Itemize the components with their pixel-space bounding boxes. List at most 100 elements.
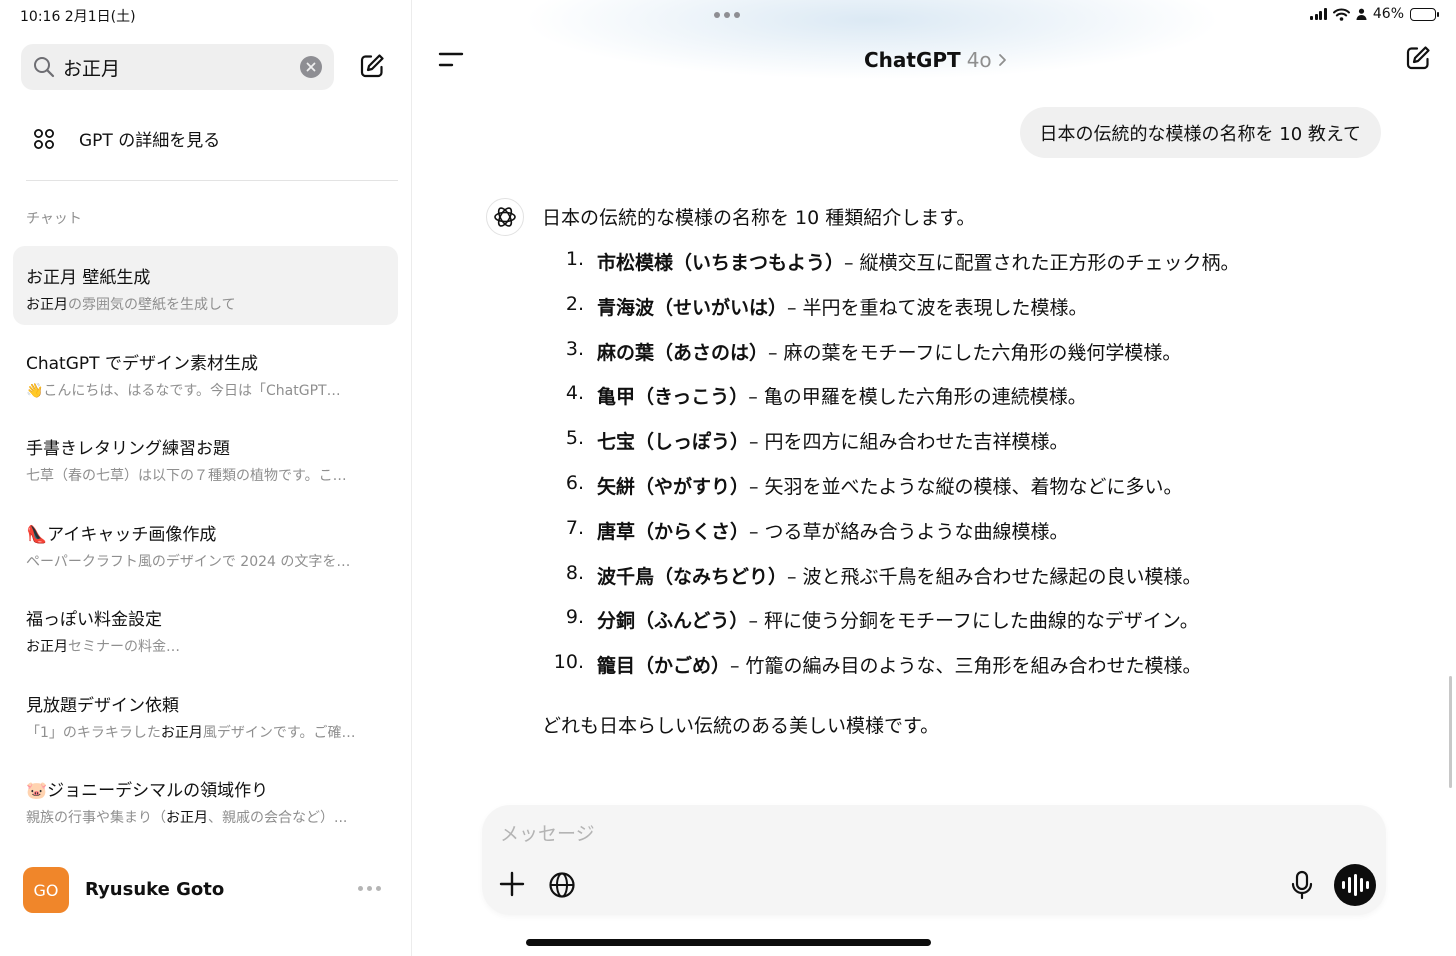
battery-percent: 46% — [1372, 6, 1404, 22]
attach-button[interactable] — [498, 870, 526, 902]
status-time: 10:16 2月1日(土) — [20, 9, 136, 25]
chat-item[interactable]: 見放題デザイン依頼 「1」のキラキラしたお正月風デザインです。ご確… — [13, 674, 398, 760]
chat-item[interactable]: 👠アイキャッチ画像作成 ペーパークラフト風のデザインで 2024 の文字を… — [13, 503, 398, 589]
chat-preview: 「1」のキラキラしたお正月風デザインです。ご確… — [26, 724, 356, 741]
pattern-description: – 波と飛ぶ千鳥を組み合わせた縁起の良い模様。 — [787, 565, 1202, 588]
pattern-description: – 麻の葉をモチーフにした六角形の幾何学模様。 — [768, 341, 1182, 364]
model-selector[interactable]: ChatGPT 4o — [864, 48, 1007, 72]
search-input[interactable]: お正月 — [63, 54, 300, 81]
chat-title: ChatGPT でデザイン素材生成 — [26, 353, 258, 374]
microphone-icon — [1291, 870, 1313, 900]
battery-icon — [1410, 7, 1439, 21]
divider — [26, 180, 398, 181]
close-icon — [306, 62, 316, 72]
list-item: 7. 唐草（からくさ） – つる草が絡み合うような曲線模様。 — [540, 517, 1240, 562]
assistant-intro: 日本の伝統的な模様の名称を 10 種類紹介します。 — [542, 207, 976, 229]
pattern-description: – 半円を重ねて波を表現した模様。 — [787, 296, 1088, 319]
status-indicators: 46% — [1310, 6, 1439, 22]
new-chat-button[interactable] — [1404, 44, 1432, 76]
pattern-description: – 竹籠の編み目のような、三角形を組み合わせた模様。 — [730, 655, 1202, 678]
chat-title: 手書きレタリング練習お題 — [26, 439, 230, 459]
assistant-list: 1. 市松模様（いちまつもよう） – 縦横交互に配置された正方形のチェック柄。 2… — [540, 248, 1240, 696]
scrollbar[interactable] — [1449, 676, 1452, 788]
section-label-chats: チャット — [26, 211, 82, 227]
list-item: 2. 青海波（せいがいは） – 半円を重ねて波を表現した模様。 — [540, 293, 1240, 338]
chat-title: お正月 壁紙生成 — [26, 268, 151, 288]
chat-title: 見放題デザイン依頼 — [26, 695, 179, 716]
chat-title: 福っぽい料金設定 — [26, 610, 162, 630]
user-message: 日本の伝統的な模様の名称を 10 教えて — [1019, 107, 1381, 158]
more-options-icon[interactable] — [358, 886, 381, 891]
message-input[interactable] — [500, 823, 1100, 845]
explore-gpts-label: GPT の詳細を見る — [79, 131, 221, 151]
search-icon — [34, 57, 55, 78]
list-item: 5. 七宝（しっぽう） – 円を四方に組み合わせた吉祥模様。 — [540, 427, 1240, 472]
model-name: 4o — [966, 48, 992, 72]
explore-gpts-link[interactable]: GPT の詳細を見る — [33, 126, 220, 151]
chat-preview: 七草（春の七草）は以下の７種類の植物です。こ… — [26, 468, 347, 484]
new-chat-button[interactable] — [358, 52, 386, 84]
compose-icon — [1406, 46, 1430, 70]
globe-icon — [549, 872, 575, 898]
search-field[interactable]: お正月 — [21, 44, 334, 90]
pattern-description: – 亀の甲羅を模した六角形の連続模様。 — [748, 386, 1087, 409]
list-number: 5. — [565, 427, 584, 450]
list-item: 8. 波千鳥（なみちどり） – 波と飛ぶ千鳥を組み合わせた縁起の良い模様。 — [540, 562, 1240, 607]
chatgpt-logo-icon — [486, 198, 524, 236]
pattern-name: 亀甲（きっこう） — [597, 386, 749, 409]
clear-search-button[interactable] — [300, 56, 322, 78]
home-indicator[interactable] — [526, 939, 931, 946]
chevron-right-icon — [998, 54, 1006, 66]
dictation-button[interactable] — [1290, 870, 1314, 904]
chat-item[interactable]: 手書きレタリング練習お題 七草（春の七草）は以下の７種類の植物です。こ… — [13, 417, 398, 503]
wifi-icon — [1332, 8, 1350, 21]
pattern-name: 分銅（ふんどう） — [597, 610, 749, 633]
list-number: 6. — [565, 471, 584, 494]
list-item: 10. 籠目（かごめ） – 竹籠の編み目のような、三角形を組み合わせた模様。 — [540, 651, 1240, 696]
chat-preview: お正月セミナーの料金… — [26, 639, 180, 655]
plus-icon — [499, 871, 525, 897]
pattern-description: – 矢羽を並べたような縦の模様、着物などに多い。 — [749, 475, 1183, 498]
pattern-description: – 秤に使う分銅をモチーフにした曲線的なデザイン。 — [748, 610, 1199, 633]
user-name[interactable]: Ryusuke Goto — [85, 879, 224, 900]
app-title: ChatGPT — [864, 48, 961, 72]
list-number: 10. — [553, 651, 584, 674]
pattern-name: 青海波（せいがいは） — [597, 296, 788, 319]
pattern-name: 市松模様（いちまつもよう） — [597, 252, 845, 274]
list-item: 6. 矢絣（やがすり） – 矢羽を並べたような縦の模様、着物などに多い。 — [540, 472, 1240, 517]
assistant-outro: どれも日本らしい伝統のある美しい模様です。 — [542, 715, 940, 737]
pattern-description: – つる草が絡み合うような曲線模様。 — [749, 520, 1069, 543]
pattern-name: 七宝（しっぽう） — [597, 431, 750, 454]
avatar[interactable]: GO — [23, 867, 69, 913]
list-number: 4. — [565, 382, 584, 405]
chat-title: 🐷ジョニーデシマルの領域作り — [26, 781, 269, 801]
voice-mode-button[interactable] — [1334, 864, 1376, 906]
pattern-name: 麻の葉（あさのは） — [597, 341, 769, 364]
chat-item[interactable]: お正月 壁紙生成 お正月の雰囲気の壁紙を生成して — [13, 246, 398, 325]
sidebar: 10:16 2月1日(土) お正月 GPT の詳細を見る チャット お正月 壁紙… — [0, 0, 412, 956]
list-item: 4. 亀甲（きっこう） – 亀の甲羅を模した六角形の連続模様。 — [540, 382, 1240, 427]
multitask-handle-icon[interactable] — [714, 12, 740, 18]
chat-item[interactable]: 🐷ジョニーデシマルの領域作り 親族の行事や集まり（お正月、親戚の会合など）... — [13, 759, 398, 845]
chat-list: お正月 壁紙生成 お正月の雰囲気の壁紙を生成して ChatGPT でデザイン素材… — [13, 246, 398, 845]
list-item: 9. 分銅（ふんどう） – 秤に使う分銅をモチーフにした曲線的なデザイン。 — [540, 606, 1240, 651]
menu-icon — [438, 52, 464, 67]
pattern-name: 矢絣（やがすり） — [597, 475, 750, 498]
list-number: 9. — [565, 606, 584, 629]
chat-item[interactable]: ChatGPT でデザイン素材生成 👋こんにちは、はるなです。今日は「ChatG… — [13, 332, 398, 418]
pattern-description: – 円を四方に組み合わせた吉祥模様。 — [749, 431, 1069, 454]
grid-dots-icon — [34, 128, 54, 149]
list-item: 3. 麻の葉（あさのは） – 麻の葉をモチーフにした六角形の幾何学模様。 — [540, 338, 1240, 383]
chat-preview: ペーパークラフト風のデザインで 2024 の文字を… — [26, 553, 351, 570]
chat-title: 👠アイキャッチ画像作成 — [26, 524, 217, 545]
list-number: 1. — [565, 248, 584, 270]
chat-item[interactable]: 福っぽい料金設定 お正月セミナーの料金… — [13, 588, 398, 674]
list-number: 3. — [565, 337, 584, 360]
message-composer — [482, 805, 1386, 915]
pattern-name: 籠目（かごめ） — [597, 655, 731, 678]
pattern-description: – 縦横交互に配置された正方形のチェック柄。 — [844, 252, 1240, 274]
chat-preview: 👋こんにちは、はるなです。今日は「ChatGPT… — [26, 382, 341, 399]
chat-main: 46% ChatGPT 4o 日本の伝統的な模様の名称を 10 教えて 日本の伝… — [412, 0, 1456, 956]
sidebar-toggle-button[interactable] — [438, 50, 464, 74]
web-search-button[interactable] — [548, 871, 576, 903]
